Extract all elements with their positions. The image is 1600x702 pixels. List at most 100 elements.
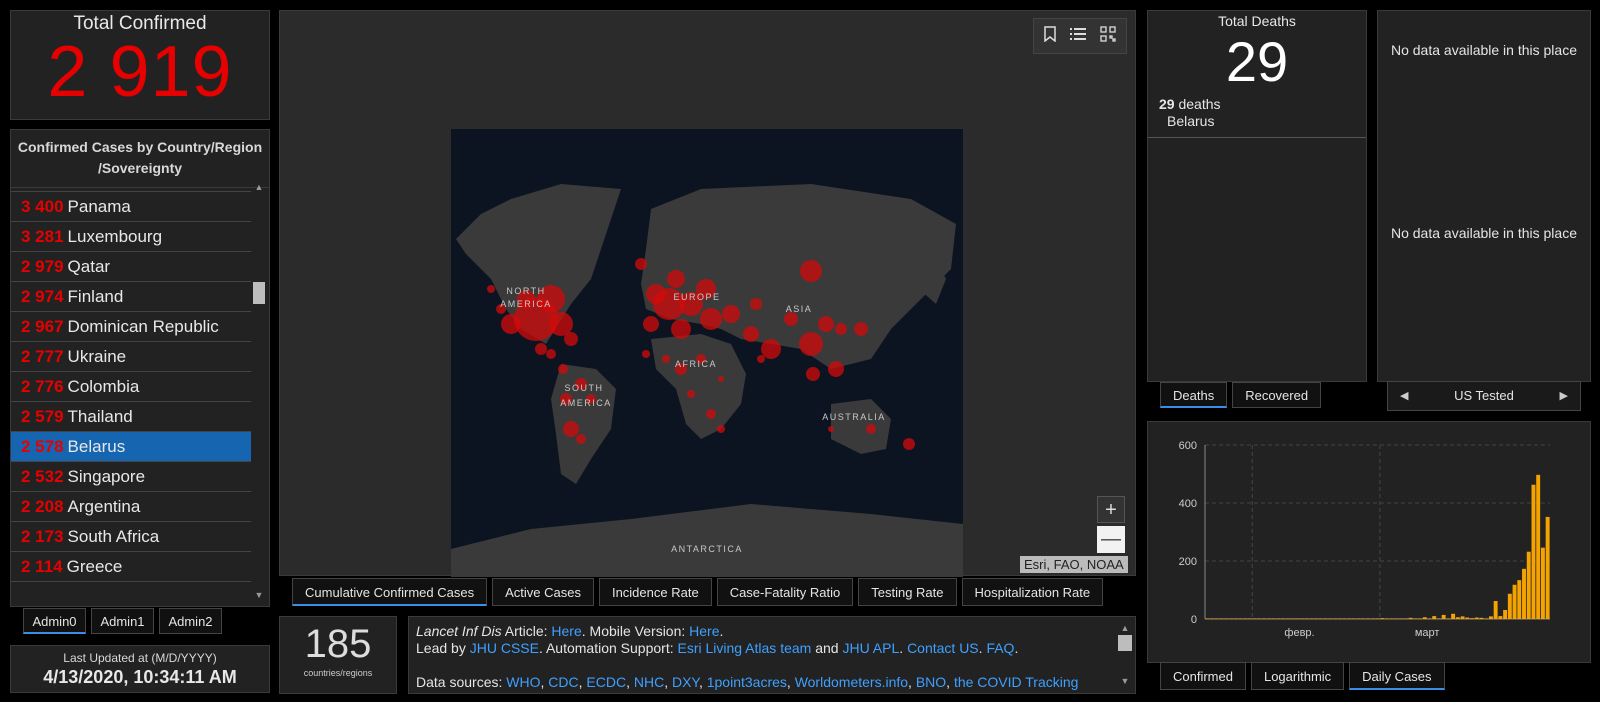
prev-arrow-icon[interactable]: ◀ xyxy=(1400,382,1408,410)
data-source-link[interactable]: 1point3acres xyxy=(707,674,787,690)
chart-bar[interactable] xyxy=(1413,618,1418,619)
scroll-down-icon[interactable]: ▼ xyxy=(253,590,265,600)
esri-living-atlas-link[interactable]: Esri Living Atlas team xyxy=(677,640,811,656)
scroll-thumb[interactable] xyxy=(1118,635,1132,651)
tab-active-cases[interactable]: Active Cases xyxy=(492,578,594,606)
chart-bar[interactable] xyxy=(1394,618,1399,619)
chart-bar[interactable] xyxy=(1247,618,1252,619)
chart-bar[interactable] xyxy=(1507,593,1512,619)
chart-bar[interactable] xyxy=(1309,618,1314,619)
chart-bar[interactable] xyxy=(1488,616,1493,619)
tab-hospitalization-rate[interactable]: Hospitalization Rate xyxy=(961,578,1104,606)
chart-bar[interactable] xyxy=(1522,568,1526,619)
chart-bar[interactable] xyxy=(1455,617,1460,619)
country-list-item[interactable]: 2 974 Finland xyxy=(11,282,251,312)
country-list-item[interactable]: 2 776 Colombia xyxy=(11,372,251,402)
chart-bar[interactable] xyxy=(1432,616,1437,619)
chart-bar[interactable] xyxy=(1384,618,1389,619)
info-scrollbar[interactable]: ▲ ▼ xyxy=(1118,620,1132,690)
chart-bar[interactable] xyxy=(1214,618,1219,619)
chart-bar[interactable] xyxy=(1465,617,1470,619)
map-attribution[interactable]: Esri, FAO, NOAA xyxy=(1020,556,1128,573)
data-source-link[interactable]: BNO xyxy=(916,674,946,690)
chart-bar[interactable] xyxy=(1370,618,1375,619)
chart-bar[interactable] xyxy=(1238,618,1243,619)
chart-bar[interactable] xyxy=(1389,618,1394,619)
chart-bar[interactable] xyxy=(1233,618,1238,619)
chart-bar[interactable] xyxy=(1545,516,1550,619)
list-icon[interactable] xyxy=(1070,26,1086,46)
scroll-thumb[interactable] xyxy=(253,282,265,304)
chart-bar[interactable] xyxy=(1351,618,1356,619)
deaths-list-item[interactable]: 29 deaths Belarus xyxy=(1148,96,1366,138)
chart-bar[interactable] xyxy=(1484,618,1489,619)
chart-bar[interactable] xyxy=(1290,618,1295,619)
chart-bar[interactable] xyxy=(1318,618,1323,619)
country-list-item[interactable]: 2 114 Greece xyxy=(11,552,251,582)
chart-bar[interactable] xyxy=(1210,618,1215,619)
chart-bar[interactable] xyxy=(1224,618,1229,619)
chart-bar[interactable] xyxy=(1252,618,1257,619)
country-list-item[interactable]: 2 579 Thailand xyxy=(11,402,251,432)
qr-grid-icon[interactable] xyxy=(1100,26,1116,46)
chart-bar[interactable] xyxy=(1276,618,1281,619)
data-source-link[interactable]: WHO xyxy=(506,674,540,690)
chart-bar[interactable] xyxy=(1356,618,1361,619)
tab-deaths[interactable]: Deaths xyxy=(1160,382,1228,408)
country-list-item[interactable]: 2 532 Singapore xyxy=(11,462,251,492)
chart-bar[interactable] xyxy=(1257,618,1262,619)
data-source-link[interactable]: Worldometers.info xyxy=(795,674,908,690)
chart-bar[interactable] xyxy=(1436,618,1441,619)
scroll-up-icon[interactable]: ▲ xyxy=(253,182,265,192)
faq-link[interactable]: FAQ xyxy=(986,640,1014,656)
data-source-link[interactable]: ECDC xyxy=(586,674,626,690)
tab-admin0[interactable]: Admin0 xyxy=(23,608,86,634)
chart-bar[interactable] xyxy=(1375,618,1380,619)
contact-us-link[interactable]: Contact US xyxy=(907,640,979,656)
chart-bar[interactable] xyxy=(1347,618,1352,619)
chart-bar[interactable] xyxy=(1285,618,1290,619)
country-list-item[interactable]: 2 578 Belarus xyxy=(11,432,251,462)
tab-admin2[interactable]: Admin2 xyxy=(159,608,222,634)
chart-bar[interactable] xyxy=(1229,618,1233,619)
chart-bar[interactable] xyxy=(1517,580,1522,619)
chart-bar[interactable] xyxy=(1427,618,1432,619)
chart-bar[interactable] xyxy=(1337,618,1342,619)
next-arrow-icon[interactable]: ▶ xyxy=(1560,382,1568,410)
country-list-scrollbar[interactable]: ▲ ▼ xyxy=(252,182,266,600)
jhu-apl-link[interactable]: JHU APL xyxy=(842,640,899,656)
country-list-item[interactable]: 2 777 Ukraine xyxy=(11,342,251,372)
zoom-in-button[interactable]: + xyxy=(1097,496,1125,523)
chart-bar[interactable] xyxy=(1479,617,1484,619)
tab-daily-cases[interactable]: Daily Cases xyxy=(1349,662,1445,690)
jhu-csse-link[interactable]: JHU CSSE xyxy=(470,640,539,656)
country-list-item[interactable]: 3 630 Serbia xyxy=(11,182,251,192)
chart-bar[interactable] xyxy=(1295,618,1300,619)
mobile-version-link[interactable]: Here xyxy=(689,623,719,639)
chart-bar[interactable] xyxy=(1205,618,1210,619)
chart-bar[interactable] xyxy=(1422,617,1427,619)
chart-bar[interactable] xyxy=(1418,618,1422,619)
world-map[interactable]: NORTH AMERICA EUROPE ASIA AFRICA SOUTH A… xyxy=(451,129,963,577)
zoom-out-button[interactable]: — xyxy=(1097,526,1125,553)
chart-bar[interactable] xyxy=(1361,618,1366,619)
data-source-link[interactable]: DXY xyxy=(672,674,699,690)
country-list-item[interactable]: 2 173 South Africa xyxy=(11,522,251,552)
daily-cases-chart[interactable]: 0 200 400 600 февр. март xyxy=(1148,422,1590,662)
data-source-link[interactable]: CDC xyxy=(548,674,578,690)
chart-bar[interactable] xyxy=(1512,584,1517,619)
map-panel[interactable]: NORTH AMERICA EUROPE ASIA AFRICA SOUTH A… xyxy=(279,10,1136,577)
chart-bar[interactable] xyxy=(1333,618,1337,619)
tab-logarithmic[interactable]: Logarithmic xyxy=(1250,662,1345,690)
chart-bar[interactable] xyxy=(1441,614,1446,619)
chart-bar[interactable] xyxy=(1470,618,1474,619)
bookmark-icon[interactable] xyxy=(1044,26,1056,46)
chart-bar[interactable] xyxy=(1536,474,1541,619)
chart-bar[interactable] xyxy=(1366,618,1371,619)
chart-bar[interactable] xyxy=(1266,618,1271,619)
chart-bar[interactable] xyxy=(1498,616,1503,619)
data-source-link[interactable]: NHC xyxy=(634,674,664,690)
chart-bar[interactable] xyxy=(1403,618,1408,619)
chart-bar[interactable] xyxy=(1526,551,1531,619)
chart-bar[interactable] xyxy=(1380,618,1385,619)
